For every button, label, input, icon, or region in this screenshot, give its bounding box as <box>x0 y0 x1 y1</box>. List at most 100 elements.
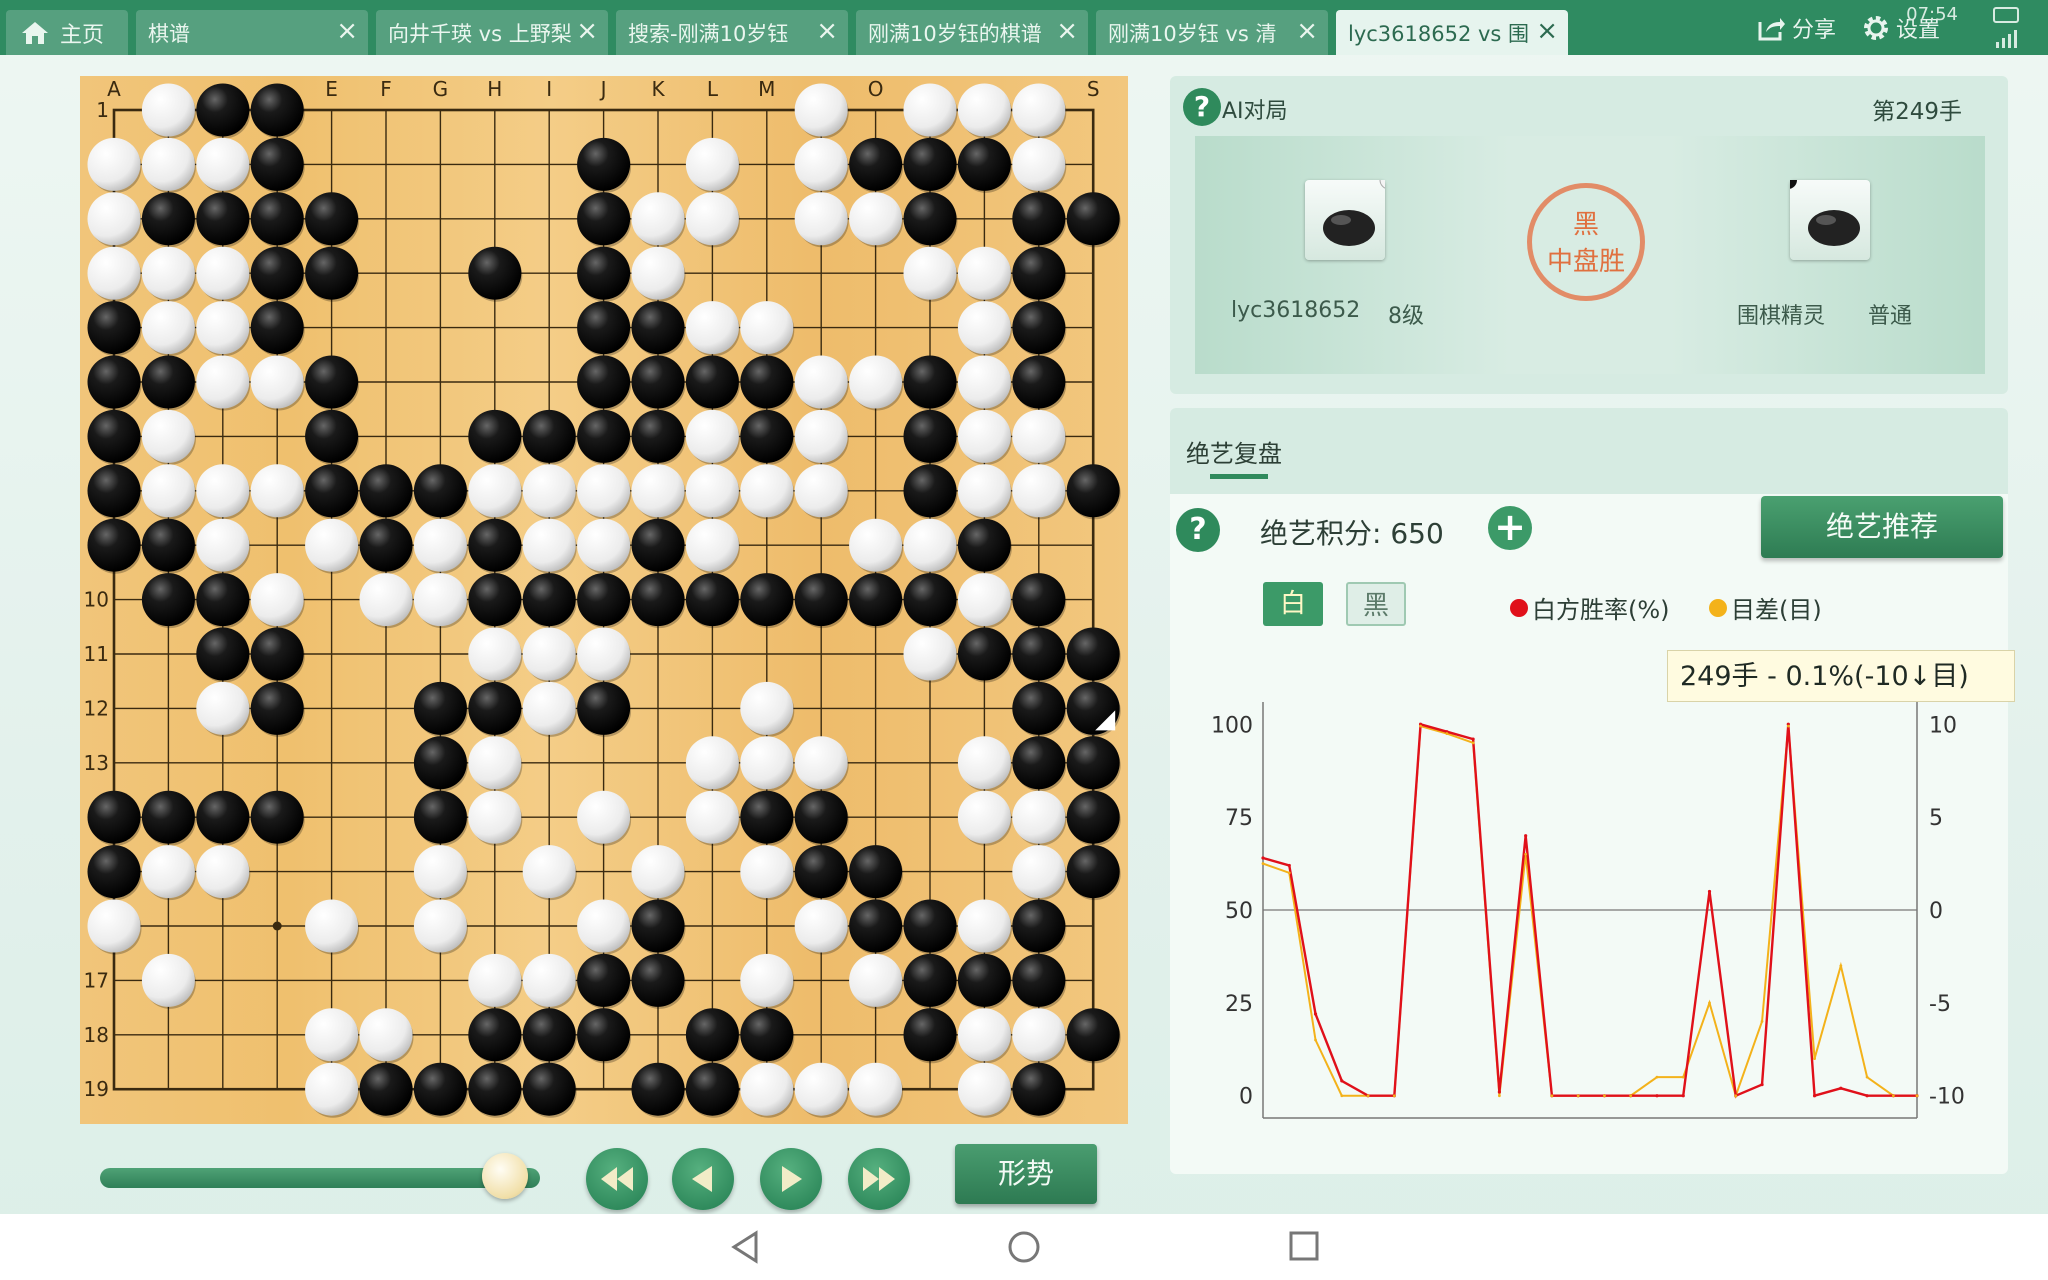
black-stone[interactable] <box>359 1062 413 1116</box>
white-stone[interactable] <box>468 627 522 681</box>
white-stone[interactable] <box>740 953 794 1007</box>
black-stone[interactable] <box>305 246 359 300</box>
white-stone[interactable] <box>413 518 467 572</box>
white-stone[interactable] <box>957 409 1011 463</box>
black-stone[interactable] <box>87 301 141 355</box>
black-stone[interactable] <box>250 83 304 137</box>
white-stone[interactable] <box>794 409 848 463</box>
black-stone[interactable] <box>685 573 739 627</box>
tab-home[interactable]: 主页 <box>6 10 128 55</box>
white-stone[interactable] <box>903 83 957 137</box>
white-stone[interactable] <box>87 192 141 246</box>
black-stone[interactable] <box>250 192 304 246</box>
black-stone[interactable] <box>468 681 522 735</box>
first-move-button[interactable] <box>586 1148 648 1210</box>
tab-qipu[interactable]: 棋谱 × <box>136 10 368 55</box>
black-stone[interactable] <box>903 137 957 191</box>
white-stone[interactable] <box>957 790 1011 844</box>
black-stone[interactable] <box>1012 301 1066 355</box>
white-stone[interactable] <box>957 246 1011 300</box>
white-stone[interactable] <box>903 246 957 300</box>
white-stone[interactable] <box>196 355 250 409</box>
white-stone[interactable] <box>685 790 739 844</box>
white-stone[interactable] <box>794 1062 848 1116</box>
black-stone[interactable] <box>413 681 467 735</box>
black-stone[interactable] <box>196 192 250 246</box>
white-stone[interactable] <box>196 518 250 572</box>
tab-game-2[interactable]: 刚满10岁钰 vs 清 × <box>1096 10 1328 55</box>
white-stone[interactable] <box>794 192 848 246</box>
prev-move-button[interactable] <box>672 1148 734 1210</box>
white-stone[interactable] <box>957 573 1011 627</box>
black-stone[interactable] <box>522 1008 576 1062</box>
white-stone[interactable] <box>957 464 1011 518</box>
close-icon[interactable]: × <box>1536 18 1558 44</box>
black-stone[interactable] <box>903 355 957 409</box>
black-stone[interactable] <box>740 409 794 463</box>
white-stone[interactable] <box>141 246 195 300</box>
black-stone[interactable] <box>903 192 957 246</box>
black-stone[interactable] <box>250 681 304 735</box>
white-stone[interactable] <box>631 845 685 899</box>
white-stone[interactable] <box>794 83 848 137</box>
white-stone[interactable] <box>740 464 794 518</box>
white-stone[interactable] <box>849 1062 903 1116</box>
white-stone[interactable] <box>957 355 1011 409</box>
white-stone[interactable] <box>522 681 576 735</box>
white-stone[interactable] <box>87 246 141 300</box>
black-stone[interactable] <box>631 355 685 409</box>
white-stone[interactable] <box>196 464 250 518</box>
white-stone[interactable] <box>141 409 195 463</box>
black-stone[interactable] <box>413 1062 467 1116</box>
white-stone[interactable] <box>577 627 631 681</box>
white-stone[interactable] <box>794 464 848 518</box>
black-stone[interactable] <box>685 1008 739 1062</box>
white-stone[interactable] <box>631 464 685 518</box>
white-stone[interactable] <box>740 301 794 355</box>
black-stone[interactable] <box>1066 736 1120 790</box>
black-stone[interactable] <box>577 1008 631 1062</box>
black-stone[interactable] <box>1066 627 1120 681</box>
black-stone[interactable] <box>631 1062 685 1116</box>
white-stone[interactable] <box>141 83 195 137</box>
black-stone[interactable] <box>849 573 903 627</box>
black-stone[interactable] <box>740 355 794 409</box>
black-stone[interactable] <box>141 518 195 572</box>
white-stone[interactable] <box>250 464 304 518</box>
black-stone[interactable] <box>87 464 141 518</box>
black-stone[interactable] <box>903 899 957 953</box>
white-stone[interactable] <box>740 681 794 735</box>
white-stone[interactable] <box>957 1008 1011 1062</box>
avatar-white-player[interactable] <box>1779 171 1870 260</box>
white-stone[interactable] <box>468 464 522 518</box>
white-stone[interactable] <box>522 953 576 1007</box>
white-stone[interactable] <box>1012 464 1066 518</box>
white-stone[interactable] <box>522 518 576 572</box>
white-stone[interactable] <box>957 301 1011 355</box>
white-stone[interactable] <box>141 845 195 899</box>
black-stone[interactable] <box>413 790 467 844</box>
tab-game-active[interactable]: lyc3618652 vs 围 × <box>1336 10 1568 55</box>
black-stone[interactable] <box>903 1008 957 1062</box>
white-stone[interactable] <box>1012 790 1066 844</box>
black-stone[interactable] <box>522 409 576 463</box>
black-stone[interactable] <box>1012 573 1066 627</box>
black-stone[interactable] <box>631 409 685 463</box>
close-icon[interactable]: × <box>816 18 838 44</box>
back-icon[interactable] <box>728 1229 762 1265</box>
white-stone[interactable] <box>196 137 250 191</box>
white-stone[interactable] <box>359 573 413 627</box>
white-stone[interactable] <box>1012 83 1066 137</box>
black-stone[interactable] <box>577 246 631 300</box>
close-icon[interactable]: × <box>576 18 598 44</box>
white-stone[interactable] <box>849 518 903 572</box>
white-stone[interactable] <box>849 192 903 246</box>
board-canvas[interactable]: A E F G H I J K L M O S 1 10 11 12 13 17 18 19 <box>80 76 1128 1124</box>
black-stone[interactable] <box>849 899 903 953</box>
toggle-white[interactable]: 白 <box>1263 582 1323 626</box>
white-stone[interactable] <box>903 518 957 572</box>
white-stone[interactable] <box>685 301 739 355</box>
white-stone[interactable] <box>849 355 903 409</box>
white-stone[interactable] <box>957 1062 1011 1116</box>
black-stone[interactable] <box>359 518 413 572</box>
